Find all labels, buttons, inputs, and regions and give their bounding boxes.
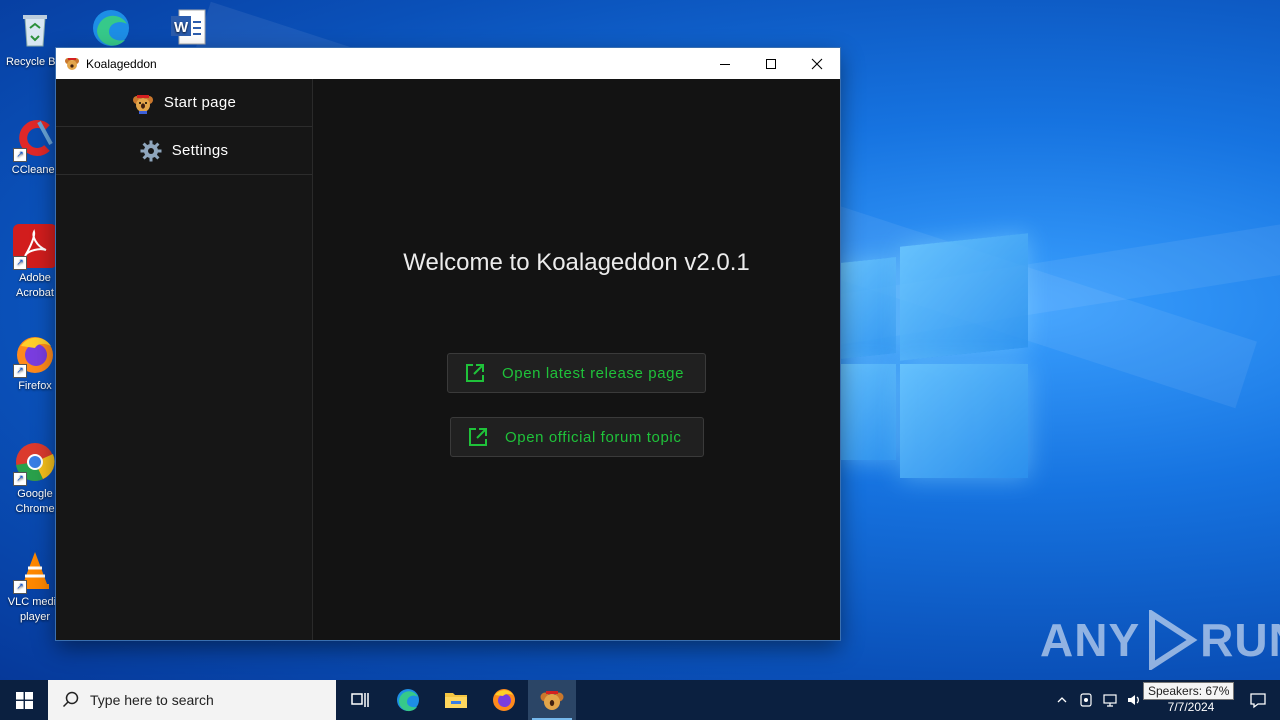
task-view-icon	[351, 693, 369, 707]
sidebar-item-settings[interactable]: Settings	[56, 127, 312, 175]
start-button[interactable]	[0, 680, 48, 720]
search-placeholder: Type here to search	[90, 692, 214, 708]
taskbar-search-box[interactable]: Type here to search	[48, 680, 336, 720]
welcome-heading: Welcome to Koalageddon v2.0.1	[403, 249, 750, 276]
window-title: Koalageddon	[86, 56, 157, 71]
recycle-bin-icon	[13, 8, 57, 52]
open-release-page-button[interactable]: Open latest release page	[447, 353, 706, 393]
minimize-icon	[720, 63, 730, 65]
show-hidden-icons-button[interactable]	[1050, 680, 1074, 720]
firefox-icon	[493, 689, 515, 711]
shortcut-arrow-icon: ↗	[13, 364, 27, 378]
chevron-up-icon	[1057, 697, 1067, 703]
shortcut-arrow-icon: ↗	[13, 580, 27, 594]
volume-tooltip: Speakers: 67%	[1143, 682, 1235, 700]
task-view-button[interactable]	[336, 680, 384, 720]
acrobat-icon: ↗	[13, 224, 57, 270]
external-link-icon	[469, 428, 487, 446]
anyrun-watermark: ANY RUN	[1040, 610, 1280, 670]
shortcut-arrow-icon: ↗	[13, 148, 27, 162]
koala-icon	[132, 94, 153, 114]
taskbar: Type here to search 7/7/2024	[0, 680, 1280, 720]
edge-icon	[397, 689, 419, 712]
button-label: Open latest release page	[502, 364, 685, 382]
main-content: Welcome to Koalageddon v2.0.1 Open lates…	[313, 79, 840, 640]
open-forum-topic-button[interactable]: Open official forum topic	[450, 417, 704, 457]
vlc-icon: ↗	[13, 548, 57, 594]
koala-icon	[65, 57, 79, 70]
play-logo-icon	[1149, 610, 1198, 670]
clock-date: 7/7/2024	[1167, 699, 1215, 714]
minimize-button[interactable]	[702, 48, 748, 79]
network-button[interactable]	[1098, 680, 1122, 720]
ccleaner-icon: ↗	[13, 116, 57, 162]
taskbar-edge[interactable]	[384, 680, 432, 720]
edge-icon	[89, 6, 133, 50]
windows-logo-wallpaper	[840, 233, 1030, 480]
desktop-icon-word-document[interactable]: W	[154, 6, 220, 53]
speaker-icon	[1128, 695, 1139, 705]
taskbar-firefox[interactable]	[480, 680, 528, 720]
desktop-icon-edge[interactable]	[78, 6, 144, 53]
external-link-icon	[466, 364, 484, 382]
notifications-button[interactable]	[1236, 680, 1280, 720]
maximize-button[interactable]	[748, 48, 794, 79]
windows-start-icon	[15, 691, 33, 709]
gear-icon	[140, 140, 162, 161]
sidebar-item-label: Settings	[171, 142, 229, 159]
word-document-icon: W	[165, 6, 209, 50]
network-icon	[1103, 694, 1117, 707]
koalageddon-window: Koalageddon Start page Settings Welcome …	[56, 48, 840, 640]
chrome-icon: ↗	[13, 440, 57, 486]
taskbar-koalageddon[interactable]	[528, 680, 576, 720]
taskbar-file-explorer[interactable]	[432, 680, 480, 720]
search-icon	[62, 691, 79, 708]
svg-text:W: W	[174, 19, 189, 36]
button-label: Open official forum topic	[505, 428, 682, 446]
tray-app-button[interactable]	[1074, 680, 1098, 720]
file-explorer-icon	[445, 693, 467, 708]
shortcut-arrow-icon: ↗	[13, 472, 27, 486]
maximize-icon	[766, 58, 776, 69]
koalageddon-icon	[540, 691, 564, 710]
firefox-icon: ↗	[13, 332, 57, 378]
sidebar: Start page Settings	[56, 79, 313, 640]
close-icon	[811, 58, 823, 69]
shortcut-arrow-icon: ↗	[13, 256, 27, 270]
sidebar-item-label: Start page	[163, 94, 237, 111]
close-button[interactable]	[794, 48, 840, 79]
window-titlebar[interactable]: Koalageddon	[56, 48, 840, 79]
tray-device-icon	[1080, 693, 1092, 707]
sidebar-item-start-page[interactable]: Start page	[56, 79, 312, 127]
notification-icon	[1250, 693, 1266, 709]
